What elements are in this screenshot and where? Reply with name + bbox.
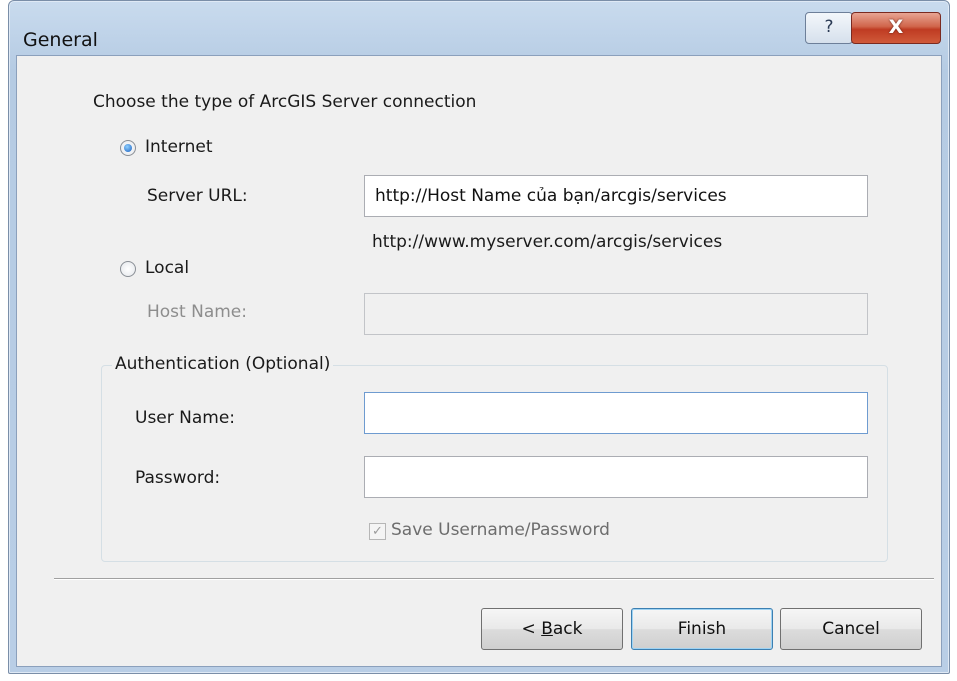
server-url-label: Server URL: (147, 186, 248, 206)
password-label: Password: (135, 468, 221, 488)
local-radio[interactable] (120, 261, 136, 277)
separator-line (54, 578, 934, 580)
server-url-input[interactable] (364, 175, 868, 217)
back-button-rest: ack (552, 619, 583, 639)
authentication-group-label: Authentication (Optional) (112, 354, 334, 374)
cancel-button[interactable]: Cancel (780, 608, 922, 650)
user-name-input[interactable] (364, 392, 868, 434)
help-button[interactable]: ? (805, 12, 853, 44)
back-button[interactable]: < Back (481, 608, 623, 650)
local-label[interactable]: Local (145, 258, 189, 278)
host-name-input[interactable] (364, 293, 868, 335)
help-icon: ? (824, 17, 834, 37)
connection-type-prompt: Choose the type of ArcGIS Server connect… (93, 92, 477, 112)
close-button[interactable]: X (851, 12, 941, 44)
back-button-mnemonic: B (541, 619, 553, 639)
back-button-prefix: < (521, 619, 542, 639)
checkmark-icon: ✓ (372, 524, 383, 539)
internet-label[interactable]: Internet (145, 137, 213, 157)
dialog-window: General ? X Choose the type of ArcGIS Se… (8, 0, 950, 674)
window-title: General (23, 29, 98, 51)
host-name-label: Host Name: (147, 302, 247, 322)
close-icon: X (888, 16, 904, 38)
user-name-label: User Name: (135, 408, 236, 428)
save-credentials-label[interactable]: Save Username/Password (391, 520, 610, 540)
server-url-hint: http://www.myserver.com/arcgis/services (372, 232, 723, 252)
dialog-body: Choose the type of ArcGIS Server connect… (16, 55, 942, 667)
save-credentials-checkbox[interactable]: ✓ (369, 523, 386, 540)
internet-radio[interactable] (120, 140, 136, 156)
password-input[interactable] (364, 456, 868, 498)
title-bar[interactable]: General ? X (9, 1, 949, 63)
finish-button[interactable]: Finish (631, 608, 773, 650)
